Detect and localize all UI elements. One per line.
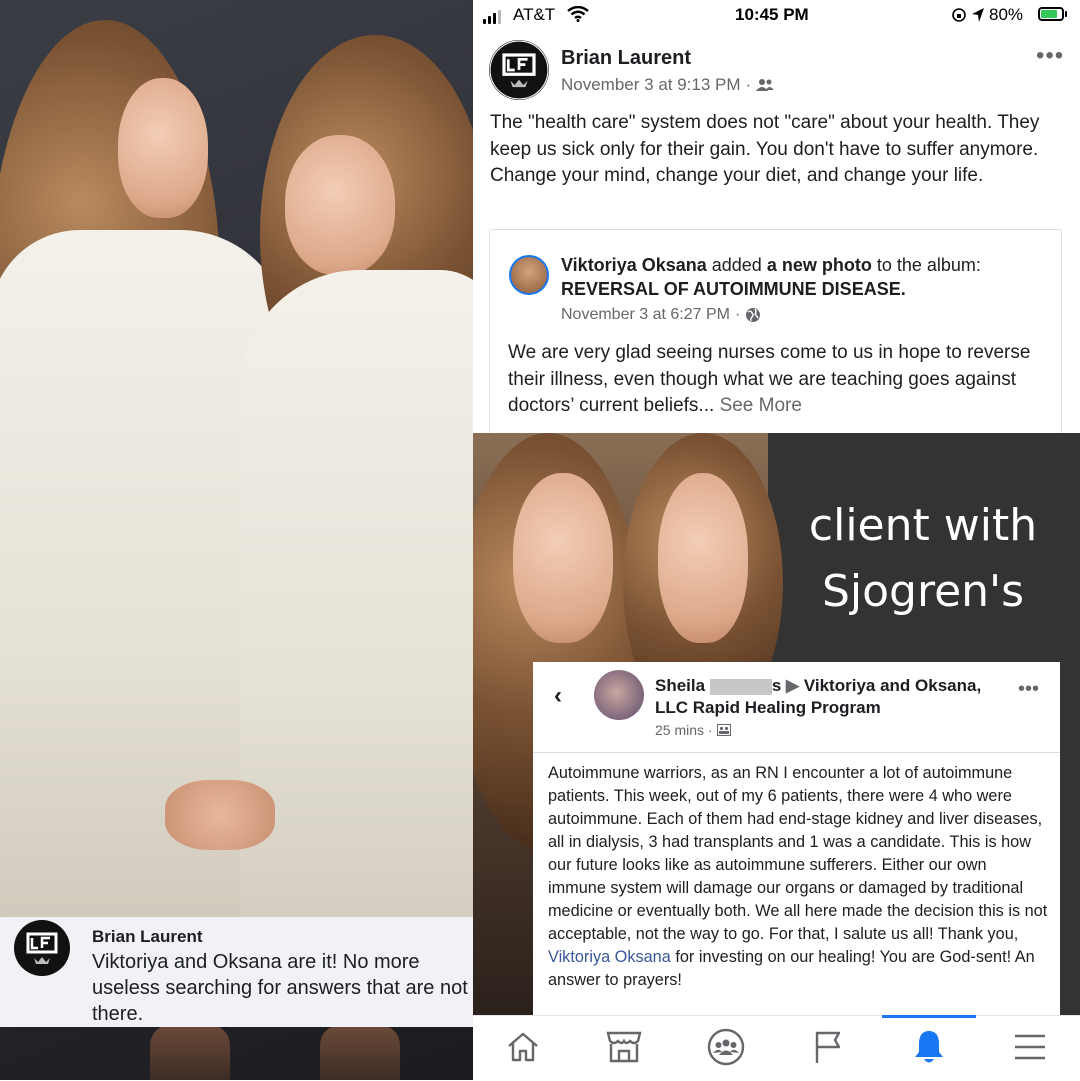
- post-meta: November 3 at 9:13 PM ·: [561, 75, 775, 95]
- shared-post-author[interactable]: Viktoriya Oksana: [561, 255, 707, 275]
- card-avatar: [594, 670, 644, 720]
- battery-tip: [1065, 11, 1067, 17]
- shared-post-meta: November 3 at 6:27 PM ·: [561, 306, 761, 324]
- card-title: Sheila s ▶ Viktoriya and Oksana, LLC Rap…: [655, 676, 982, 717]
- post-avatar[interactable]: [489, 40, 549, 100]
- post-author[interactable]: Brian Laurent: [561, 47, 691, 70]
- clock: 10:45 PM: [735, 5, 809, 24]
- carrier-label: AT&T: [513, 5, 556, 24]
- comment-author[interactable]: Brian Laurent: [92, 927, 203, 947]
- post-text: The "health care" system does not "care"…: [490, 112, 1040, 186]
- card-body: Autoimmune warriors, as an RN I encounte…: [548, 764, 1048, 989]
- signal-icon: [483, 10, 501, 24]
- friends-icon: [756, 79, 775, 91]
- card-more-icon: •••: [1018, 678, 1040, 700]
- home-icon[interactable]: [499, 1025, 547, 1069]
- location-arrow-icon: [972, 8, 984, 22]
- see-more-link[interactable]: See More: [720, 395, 802, 416]
- kings-logo-icon: [15, 921, 69, 975]
- battery-icon: [1038, 7, 1064, 21]
- screen-rotation-lock-icon: [952, 8, 966, 22]
- groups-icon[interactable]: [702, 1025, 750, 1069]
- kings-logo-icon: [489, 40, 549, 100]
- redaction-block: [709, 678, 772, 695]
- nav-active-indicator: [882, 1015, 976, 1018]
- legs-right: [320, 1025, 400, 1080]
- face-left: [118, 78, 208, 218]
- comment-text: Viktoriya and Oksana are it! No more use…: [92, 951, 468, 1025]
- post-timestamp[interactable]: November 3 at 9:13 PM: [561, 75, 741, 95]
- status-bar: AT&T 10:45 PM 80%: [473, 0, 1080, 30]
- bottom-nav: [473, 1015, 1080, 1081]
- more-options-icon[interactable]: •••: [1036, 42, 1064, 70]
- battery-percent: 80%: [989, 5, 1024, 24]
- menu-icon[interactable]: [1006, 1025, 1054, 1069]
- wifi-icon: [567, 6, 589, 22]
- marketplace-icon[interactable]: [600, 1025, 648, 1069]
- card-divider: [533, 752, 1060, 753]
- photo-caption: client with Sjogren's: [808, 500, 1038, 617]
- shared-post-timestamp[interactable]: November 3 at 6:27 PM: [561, 306, 730, 324]
- pages-flag-icon[interactable]: [804, 1025, 852, 1069]
- legs-left: [150, 1025, 230, 1080]
- album-name[interactable]: REVERSAL OF AUTOIMMUNE DISEASE.: [561, 279, 906, 299]
- shared-post-text: We are very glad seeing nurses come to u…: [508, 342, 1031, 416]
- group-icon: [716, 724, 731, 736]
- face-right: [285, 135, 395, 275]
- comment-avatar[interactable]: [14, 920, 70, 976]
- hands: [165, 780, 275, 850]
- battery-fill: [1041, 10, 1057, 18]
- notifications-bell-icon[interactable]: [905, 1025, 953, 1069]
- dress-right: [240, 270, 473, 970]
- shared-post-avatar[interactable]: [509, 255, 549, 295]
- back-chevron-icon: ‹: [554, 682, 562, 709]
- shared-post-header: Viktoriya Oksana added a new photo to th…: [561, 255, 981, 299]
- card-meta: 25 mins ·: [655, 722, 731, 738]
- globe-icon: [746, 308, 761, 322]
